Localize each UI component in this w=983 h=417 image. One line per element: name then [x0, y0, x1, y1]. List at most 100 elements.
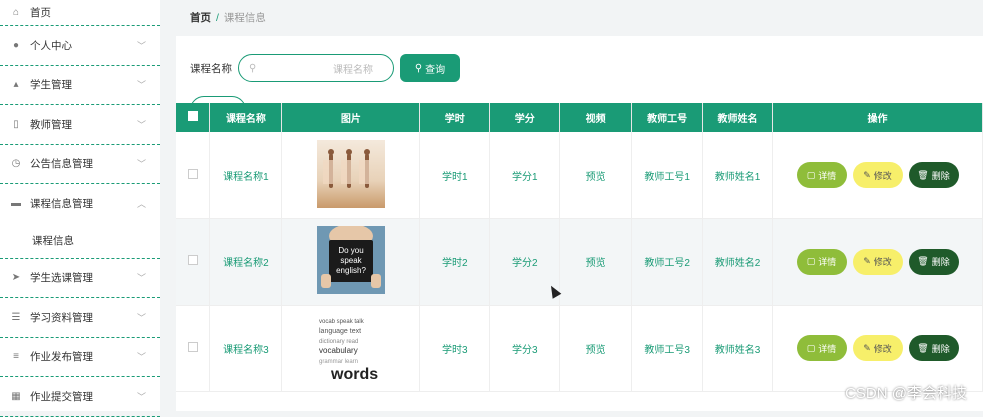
sidebar-item-courses[interactable]: ▬课程信息管理︿: [0, 184, 160, 224]
chevron-down-icon: ﹀: [137, 157, 146, 170]
dance-image: [317, 140, 385, 208]
chevron-down-icon: ﹀: [137, 271, 146, 284]
detail-label: 详情: [818, 169, 836, 182]
svg-text:vocabulary: vocabulary: [319, 346, 358, 355]
search-label: 课程名称: [190, 61, 232, 76]
column-header: 课程名称: [210, 103, 282, 132]
row-checkbox[interactable]: [176, 219, 210, 306]
doc-icon: ▢: [807, 343, 816, 354]
sidebar-item-label: 作业提交管理: [30, 389, 93, 404]
sidebar-item-label: 学习资料管理: [30, 310, 93, 325]
column-header: 学时: [420, 103, 490, 132]
watermark: CSDN @李会科技: [845, 382, 967, 403]
actions-cell: ▢详情 ✎修改 🗑 删除: [773, 219, 983, 306]
video-preview-link[interactable]: 预览: [560, 305, 632, 392]
table-row: 课程名称3 vocab speak talk language text dic…: [176, 305, 983, 392]
query-button[interactable]: ⚲查询: [400, 54, 460, 82]
delete-button[interactable]: 🗑删除: [909, 335, 959, 361]
chevron-down-icon: ﹀: [137, 390, 146, 403]
course-image: vocab speak talk language text dictionar…: [282, 305, 420, 392]
select-all-checkbox[interactable]: [176, 103, 210, 132]
course-table: 课程名称 图片 学时 学分 视频 教师工号 教师姓名 操作 课程名称1: [176, 103, 983, 392]
table-row: 课程名称2 Do you speak english?: [176, 219, 983, 306]
video-preview-link[interactable]: 预览: [560, 132, 632, 219]
sidebar-item-home[interactable]: ⌂首页: [0, 0, 160, 26]
hours-cell: 学时1: [420, 132, 490, 219]
actions-cell: ▢详情 ✎修改 🗑删除: [773, 305, 983, 392]
row-checkbox[interactable]: [176, 132, 210, 219]
home-icon: ⌂: [10, 7, 22, 18]
speak-english-image: Do you speak english?: [317, 226, 385, 294]
credit-cell: 学分1: [490, 132, 560, 219]
thumb-icon: ▴: [10, 79, 22, 90]
sidebar-item-teachers[interactable]: ▯教师管理﹀: [0, 105, 160, 145]
hours-cell: 学时2: [420, 219, 490, 306]
column-header: 学分: [490, 103, 560, 132]
teacher-id-cell: 教师工号3: [632, 305, 703, 392]
table-row: 课程名称1 学时1 学分1 预览 教师工号1 教师姓名1 ▢详情: [176, 132, 983, 219]
edit-button[interactable]: ✎修改: [853, 335, 903, 361]
phone-icon: ▯: [10, 119, 22, 130]
send-icon: ➤: [10, 272, 22, 283]
video-preview-link[interactable]: 预览: [560, 219, 632, 306]
edit-label: 修改: [874, 169, 892, 182]
pencil-icon: ✎: [863, 170, 871, 181]
course-name-cell: 课程名称3: [210, 305, 282, 392]
delete-label: 删除: [932, 342, 950, 355]
pencil-icon: ✎: [863, 343, 871, 354]
svg-text:language text: language text: [319, 328, 361, 335]
chevron-down-icon: ﹀: [137, 39, 146, 52]
sidebar-item-label: 公告信息管理: [30, 156, 93, 171]
delete-button[interactable]: 🗑删除: [909, 162, 959, 188]
main-content: 首页/课程信息 课程名称 ⚲ 课程名称 ⚲查询 🗑删除 课程名称 图片 学时 学…: [160, 0, 983, 411]
sidebar-item-profile[interactable]: ● 个人中心 ﹀: [0, 26, 160, 66]
sidebar-item-notices[interactable]: ◷公告信息管理﹀: [0, 145, 160, 185]
credit-cell: 学分3: [490, 305, 560, 392]
detail-label: 详情: [818, 342, 836, 355]
chevron-down-icon: ﹀: [137, 78, 146, 91]
sidebar-item-label: 作业发布管理: [30, 349, 93, 364]
sidebar-subitem-course-info[interactable]: 课程信息: [0, 224, 160, 259]
words-text: words: [330, 366, 378, 381]
user-icon: ●: [10, 40, 22, 51]
chevron-up-icon: ︿: [137, 197, 146, 210]
teacher-name-cell: 教师姓名1: [703, 132, 773, 219]
svg-text:dictionary read: dictionary read: [319, 339, 358, 345]
trash-icon: 🗑: [917, 256, 928, 267]
detail-button[interactable]: ▢详情: [797, 162, 847, 188]
sidebar: ⌂首页 ●个人中心﹀ ▴学生管理﹀ ▯教师管理﹀ ◷公告信息管理﹀ ▬课程信息管…: [0, 0, 160, 411]
sidebar-item-label: 个人中心: [30, 38, 72, 53]
course-name-cell: 课程名称2: [210, 219, 282, 306]
sidebar-item-materials[interactable]: ☰学习资料管理﹀: [0, 298, 160, 338]
sidebar-item-label: 教师管理: [30, 117, 72, 132]
sidebar-item-homework[interactable]: ≡作业发布管理﹀: [0, 338, 160, 378]
detail-button[interactable]: ▢详情: [797, 249, 847, 275]
sidebar-item-label: 学生选课管理: [30, 270, 93, 285]
edit-button[interactable]: ✎修改: [853, 249, 903, 275]
query-button-label: 查询: [425, 61, 445, 76]
breadcrumb-home[interactable]: 首页: [190, 12, 211, 24]
trash-icon: 🗑: [917, 170, 928, 181]
pencil-icon: ✎: [863, 256, 871, 267]
breadcrumb: 首页/课程信息: [190, 10, 266, 25]
edit-label: 修改: [874, 342, 892, 355]
svg-text:vocab speak talk: vocab speak talk: [319, 319, 365, 325]
detail-button[interactable]: ▢详情: [797, 335, 847, 361]
grid-icon: ▦: [10, 391, 22, 402]
doc-icon: ▢: [807, 170, 816, 181]
search-row: 课程名称 ⚲ 课程名称 ⚲查询: [190, 54, 460, 82]
edit-button[interactable]: ✎修改: [853, 162, 903, 188]
breadcrumb-separator: /: [216, 12, 219, 24]
sidebar-item-selection[interactable]: ➤ 学生选课管理 ﹀: [0, 259, 160, 299]
course-name-cell: 课程名称1: [210, 132, 282, 219]
delete-button[interactable]: 🗑 删除: [909, 249, 959, 275]
course-image: [282, 132, 420, 219]
search-input[interactable]: ⚲ 课程名称: [238, 54, 394, 82]
delete-label: 删除: [932, 255, 950, 268]
column-header: 图片: [282, 103, 420, 132]
svg-text:speak: speak: [340, 256, 362, 265]
sidebar-item-students[interactable]: ▴学生管理﹀: [0, 66, 160, 106]
row-checkbox[interactable]: [176, 305, 210, 392]
teacher-name-cell: 教师姓名2: [703, 219, 773, 306]
table-header-row: 课程名称 图片 学时 学分 视频 教师工号 教师姓名 操作: [176, 103, 983, 132]
